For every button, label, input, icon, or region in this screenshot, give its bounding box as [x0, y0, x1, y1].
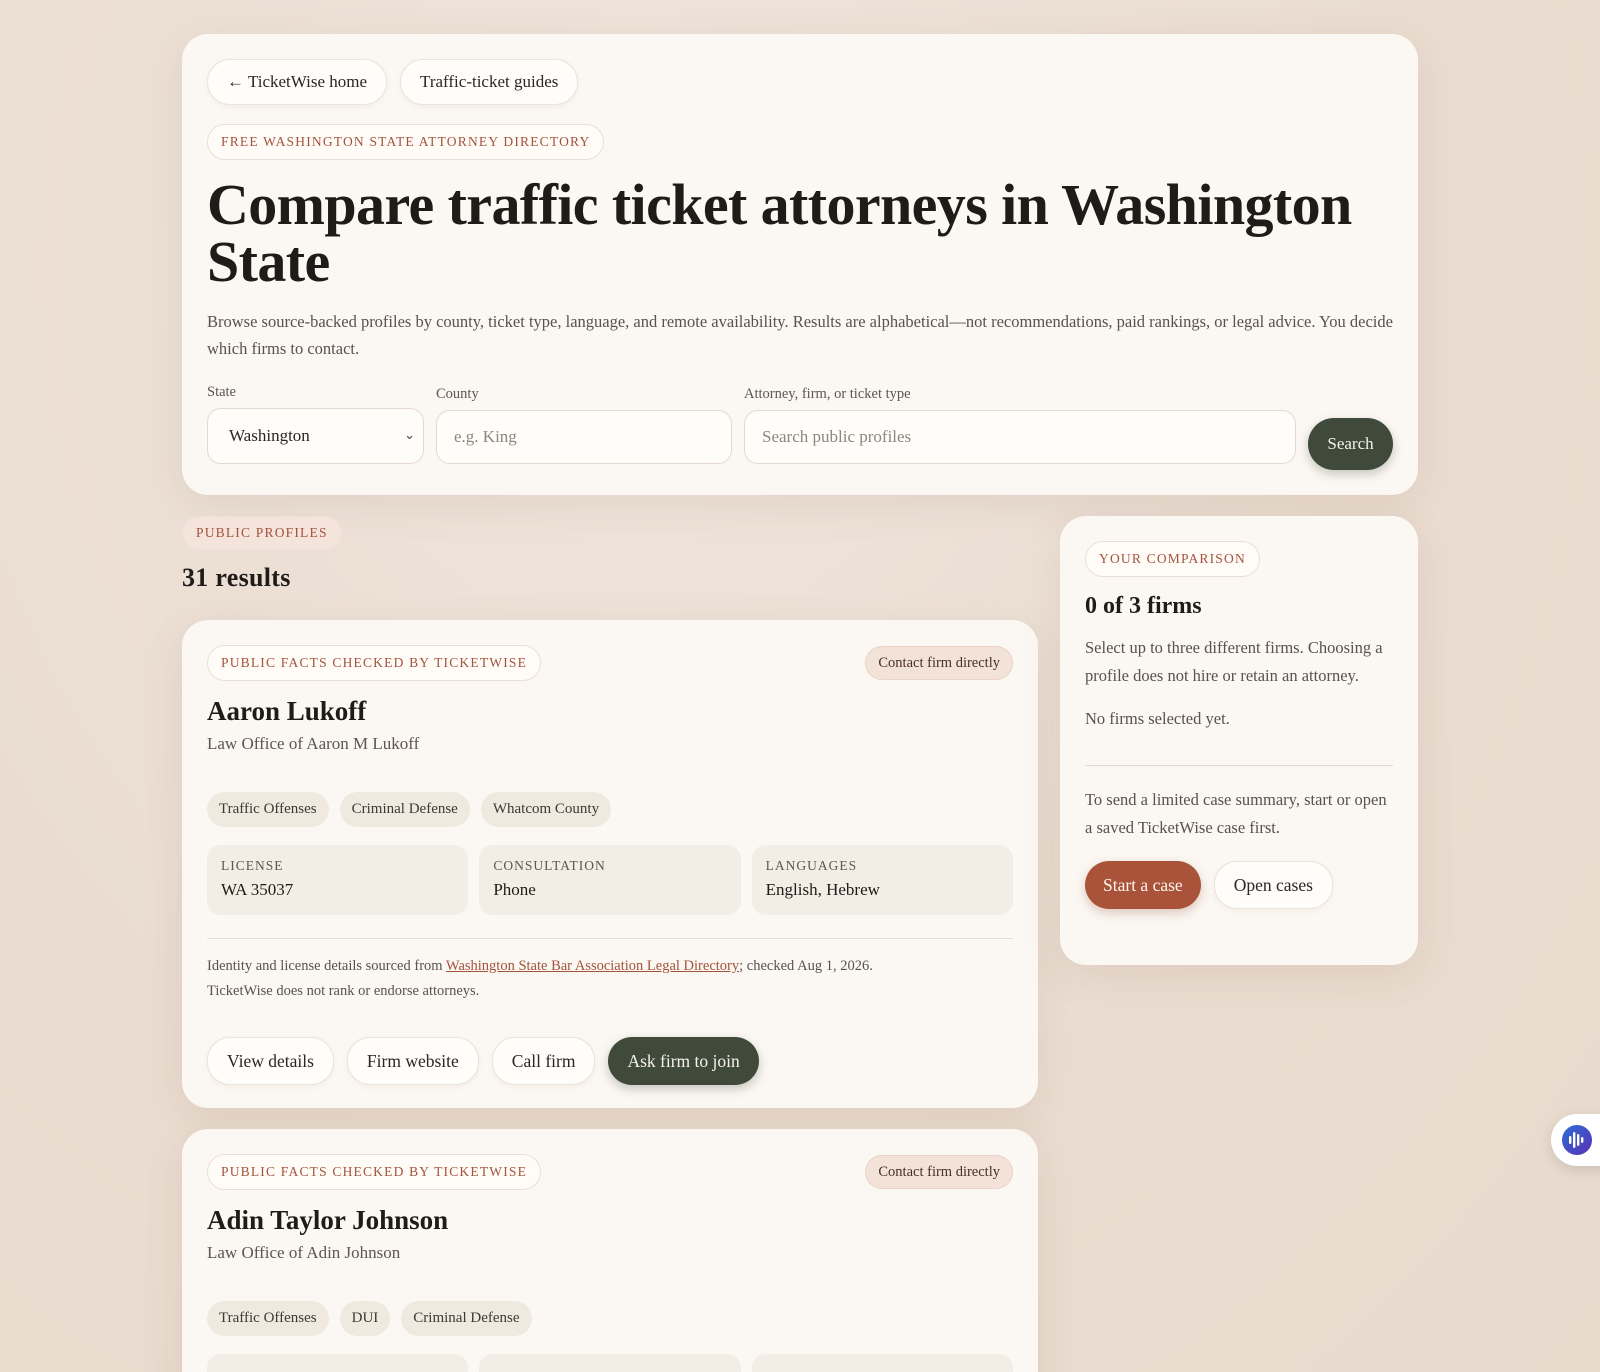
state-value: Washington [229, 426, 310, 445]
source-disclaimer: TicketWise does not rank or endorse atto… [207, 983, 480, 999]
verified-eyebrow: PUBLIC FACTS CHECKED BY TICKETWISE [207, 1154, 542, 1190]
query-label: Attorney, firm, or ticket type [744, 386, 911, 402]
search-button[interactable]: Search [1308, 418, 1393, 470]
card-actions: View details Firm website Call firm Ask … [207, 1037, 1013, 1085]
county-label: County [436, 386, 479, 402]
comparison-eyebrow: YOUR COMPARISON [1085, 541, 1260, 577]
comparison-count: 0 of 3 firms [1085, 593, 1202, 619]
firm-name: Law Office of Aaron M Lukoff [207, 734, 420, 753]
hero-eyebrow: FREE WASHINGTON STATE ATTORNEY DIRECTORY [207, 124, 605, 160]
search-placeholder: Search public profiles [762, 427, 912, 446]
practice-tags: Traffic Offenses DUI Criminal Defense [207, 1301, 1013, 1336]
tag: Traffic Offenses [207, 792, 329, 827]
practice-tags: Traffic Offenses Criminal Defense Whatco… [207, 792, 1013, 827]
comparison-instructions: Select up to three different firms. Choo… [1085, 638, 1383, 685]
county-placeholder: e.g. King [454, 427, 517, 446]
state-select[interactable]: Washington ⌄ [207, 408, 424, 464]
languages-fact: LANGUAGES English, Hebrew [751, 845, 1013, 915]
fact-label: LICENSE [221, 858, 284, 873]
comparison-empty-state: No firms selected yet. [1085, 709, 1230, 728]
comparison-actions: Start a case Open cases [1085, 861, 1393, 909]
search-filters: State Washington ⌄ County e.g. King Atto… [207, 384, 1393, 474]
start-case-button[interactable]: Start a case [1085, 861, 1201, 909]
open-cases-button[interactable]: Open cases [1213, 861, 1333, 909]
firm-website-button[interactable]: Firm website [346, 1037, 479, 1085]
divider [207, 938, 1013, 939]
page-title: Compare traffic ticket attorneys in Wash… [207, 172, 1352, 294]
fact-value: English, Hebrew [765, 880, 880, 899]
firm-name: Law Office of Adin Johnson [207, 1243, 401, 1262]
view-details-button[interactable]: View details [207, 1037, 334, 1085]
fact-grid: LICENSE WA 35037 CONSULTATION Phone LANG… [207, 845, 1013, 915]
divider [1085, 765, 1393, 766]
chevron-down-icon: ⌄ [404, 427, 415, 442]
fact-placeholder [479, 1354, 741, 1372]
tag: Traffic Offenses [207, 1301, 329, 1336]
attorney-card: PUBLIC FACTS CHECKED BY TICKETWISE Conta… [182, 1129, 1038, 1372]
tag: DUI [339, 1301, 391, 1336]
fact-label: LANGUAGES [765, 858, 858, 873]
source-prefix: Identity and license details sourced fro… [207, 958, 446, 974]
tag: Criminal Defense [401, 1301, 532, 1336]
comparison-panel: YOUR COMPARISON 0 of 3 firms Select up t… [1060, 516, 1418, 965]
tag: Whatcom County [480, 792, 612, 827]
hero-panel: ← TicketWise home Traffic-ticket guides … [182, 34, 1418, 495]
state-label: State [207, 384, 236, 400]
ask-firm-to-join-button[interactable]: Ask firm to join [608, 1037, 759, 1085]
results-header: PUBLIC PROFILES [182, 516, 342, 550]
license-fact: LICENSE WA 35037 [207, 845, 469, 915]
attorney-name: Adin Taylor Johnson [207, 1205, 449, 1235]
attorney-card: PUBLIC FACTS CHECKED BY TICKETWISE Conta… [182, 620, 1038, 1108]
results-eyebrow: PUBLIC PROFILES [182, 516, 342, 550]
county-input[interactable]: e.g. King [436, 410, 732, 464]
fact-grid [207, 1354, 1013, 1372]
fact-placeholder [207, 1354, 469, 1372]
top-nav: ← TicketWise home Traffic-ticket guides [207, 59, 1393, 105]
fact-placeholder [751, 1354, 1013, 1372]
source-note: Identity and license details sourced fro… [207, 954, 1013, 1004]
fact-label: CONSULTATION [493, 858, 606, 873]
send-summary-note: To send a limited case summary, start or… [1085, 790, 1387, 837]
audio-assistant-icon [1562, 1125, 1592, 1155]
contact-badge: Contact firm directly [865, 1155, 1013, 1189]
tag: Criminal Defense [339, 792, 470, 827]
page-description: Browse source-backed profiles by county,… [207, 312, 1393, 358]
search-input[interactable]: Search public profiles [744, 410, 1296, 464]
results-count: 31 results [182, 563, 291, 592]
home-link[interactable]: ← TicketWise home [207, 59, 388, 105]
call-firm-button[interactable]: Call firm [491, 1037, 596, 1085]
assistant-widget[interactable] [1551, 1114, 1600, 1166]
fact-value: WA 35037 [221, 880, 294, 899]
guides-link[interactable]: Traffic-ticket guides [400, 59, 579, 105]
wsba-directory-link[interactable]: Washington State Bar Association Legal D… [446, 958, 739, 974]
source-suffix: ; checked Aug 1, 2026. [739, 958, 873, 974]
fact-value: Phone [493, 880, 536, 899]
verified-eyebrow: PUBLIC FACTS CHECKED BY TICKETWISE [207, 645, 542, 681]
attorney-name: Aaron Lukoff [207, 696, 367, 726]
consultation-fact: CONSULTATION Phone [479, 845, 741, 915]
contact-badge: Contact firm directly [865, 646, 1013, 680]
